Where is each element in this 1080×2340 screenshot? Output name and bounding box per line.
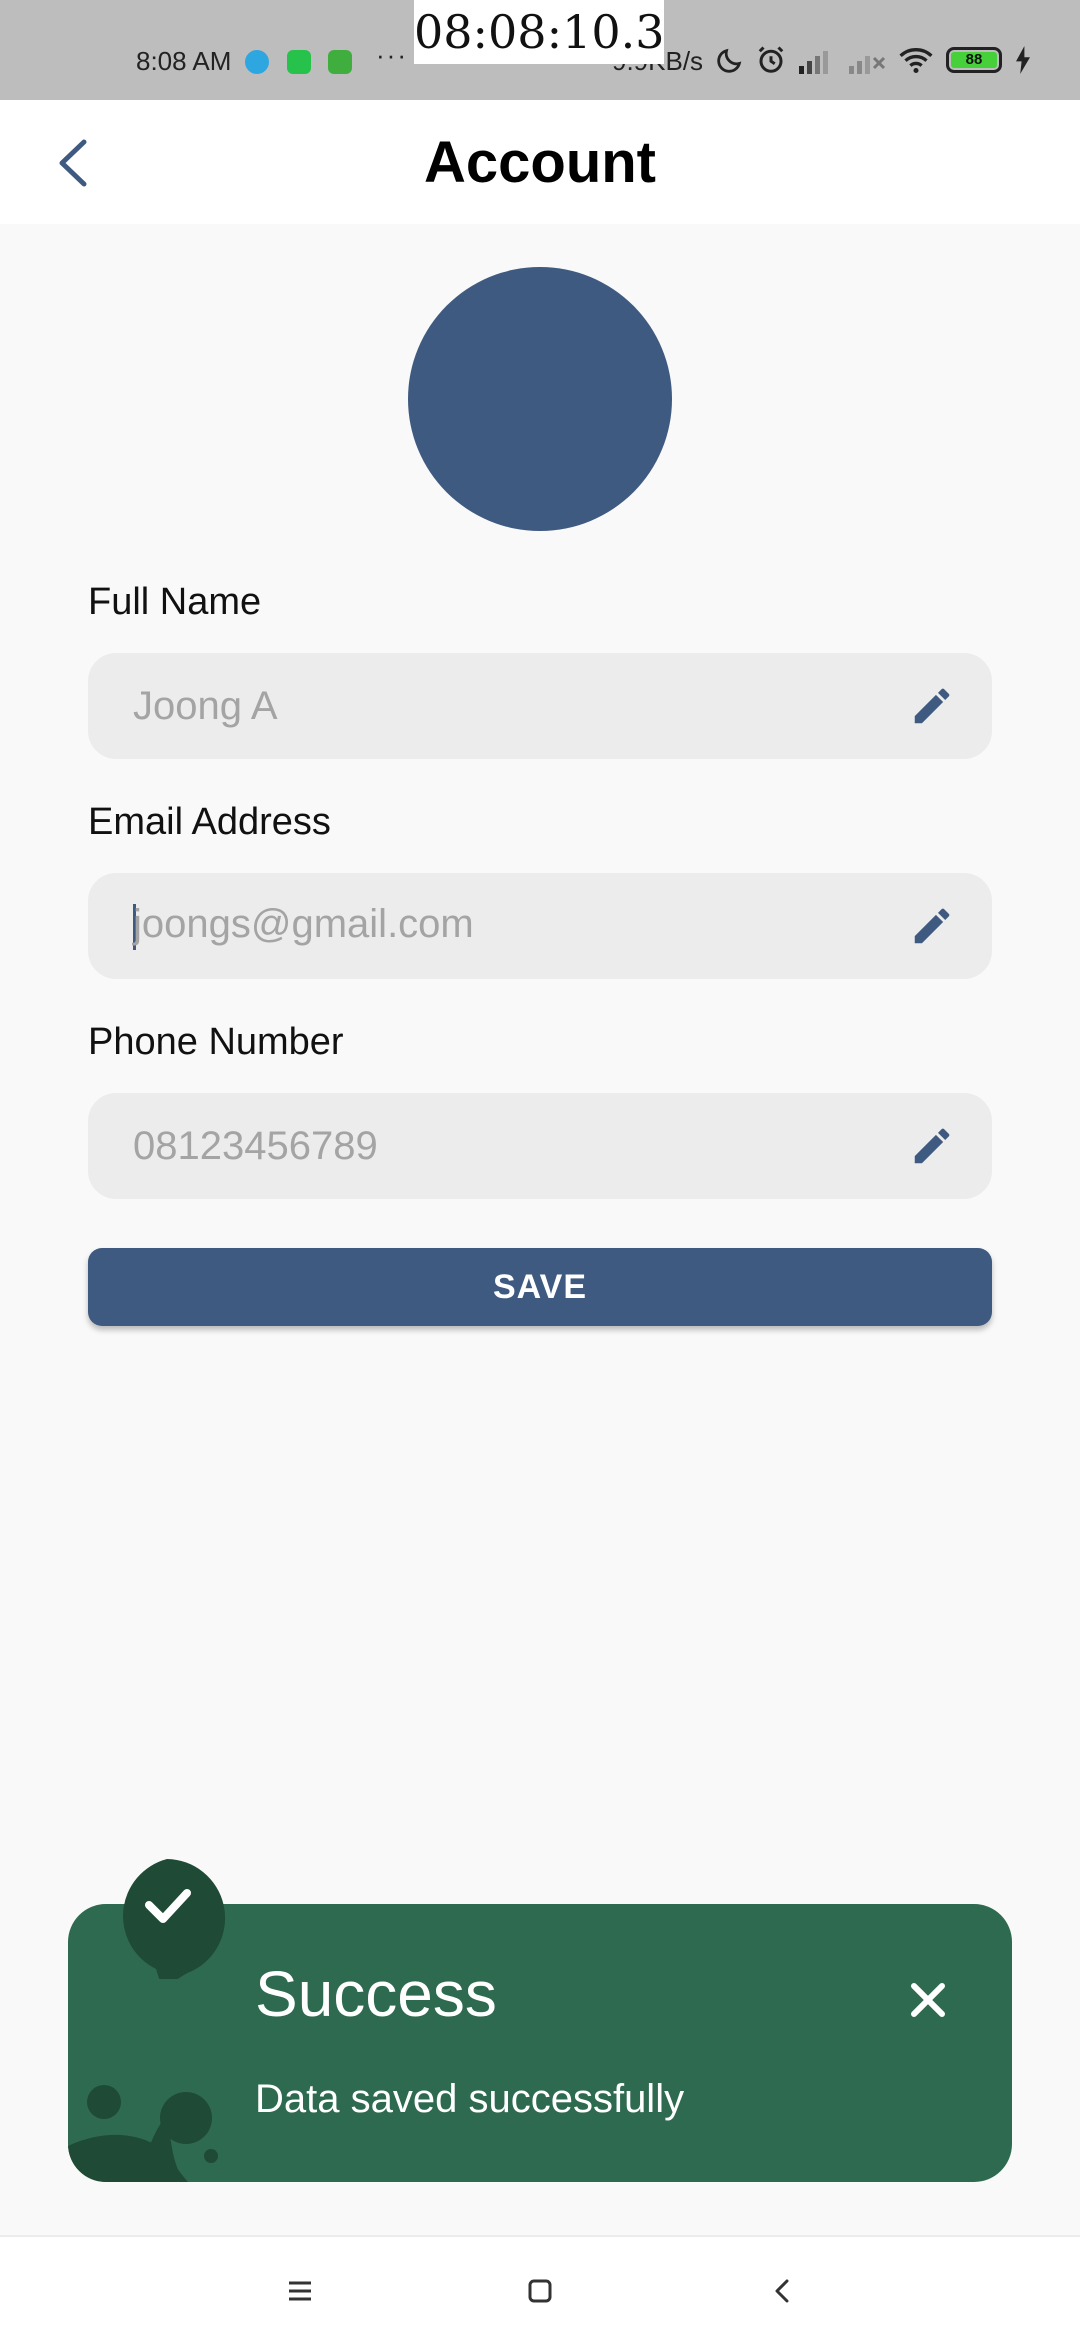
home-button[interactable] (510, 2261, 570, 2321)
signal-none-icon (849, 56, 886, 74)
recent-apps-button[interactable] (270, 2261, 330, 2321)
toast-title: Success (255, 1958, 497, 2030)
pencil-icon (914, 1128, 950, 1164)
check-icon (123, 1859, 226, 1979)
avatar[interactable] (408, 267, 672, 531)
pencil-icon (914, 908, 950, 944)
back-icon (775, 2279, 789, 2303)
signal-icon (799, 51, 828, 74)
battery-level: 88 (951, 52, 997, 68)
save-button[interactable]: SAVE (88, 1248, 992, 1326)
full-name-field[interactable]: Joong A (88, 653, 992, 759)
battery-icon: 88 (946, 47, 1002, 73)
full-name-value[interactable]: Joong A (133, 684, 902, 729)
app-bar: Account (0, 100, 1080, 224)
decorative-blob-icon (68, 2085, 218, 2182)
moon-icon (717, 48, 742, 73)
edit-phone-button[interactable] (902, 1116, 962, 1176)
phone-label: Phone Number (88, 1021, 344, 1063)
email-input-wrap[interactable]: joongs@gmail.com (133, 902, 902, 950)
status-time: 8:08 AM (136, 46, 232, 76)
home-square-icon (528, 2279, 552, 2303)
toast-close-button[interactable] (898, 1970, 958, 2030)
status-bar: 8:08 AM ··· 9.9KB/s 88 08:08:10.3 (0, 0, 1080, 100)
email-value[interactable]: joongs@gmail.com (133, 902, 474, 946)
clock-overlay: 08:08:10.3 (414, 0, 664, 64)
whatsapp-icon (287, 50, 311, 74)
charging-icon (1016, 46, 1030, 74)
menu-icon (289, 2281, 311, 2301)
pencil-icon (914, 688, 950, 724)
full-name-label: Full Name (88, 581, 262, 623)
status-icons: 88 (716, 44, 1032, 76)
edit-full-name-button[interactable] (902, 676, 962, 736)
edit-email-button[interactable] (902, 896, 962, 956)
toast-message: Data saved successfully (255, 2077, 685, 2121)
email-label: Email Address (88, 801, 331, 843)
wifi-icon (899, 48, 933, 74)
telegram-icon (245, 50, 269, 74)
android-app-icon (328, 50, 352, 74)
close-icon (911, 1983, 945, 2017)
email-field[interactable]: joongs@gmail.com (88, 873, 992, 979)
more-notifications-icon: ··· (376, 40, 408, 70)
alarm-icon (758, 46, 784, 73)
page-title: Account (424, 130, 656, 195)
system-navigation-bar (0, 2235, 1080, 2340)
phone-field[interactable]: 08123456789 (88, 1093, 992, 1199)
phone-value[interactable]: 08123456789 (133, 1124, 902, 1169)
system-back-button[interactable] (752, 2261, 812, 2321)
